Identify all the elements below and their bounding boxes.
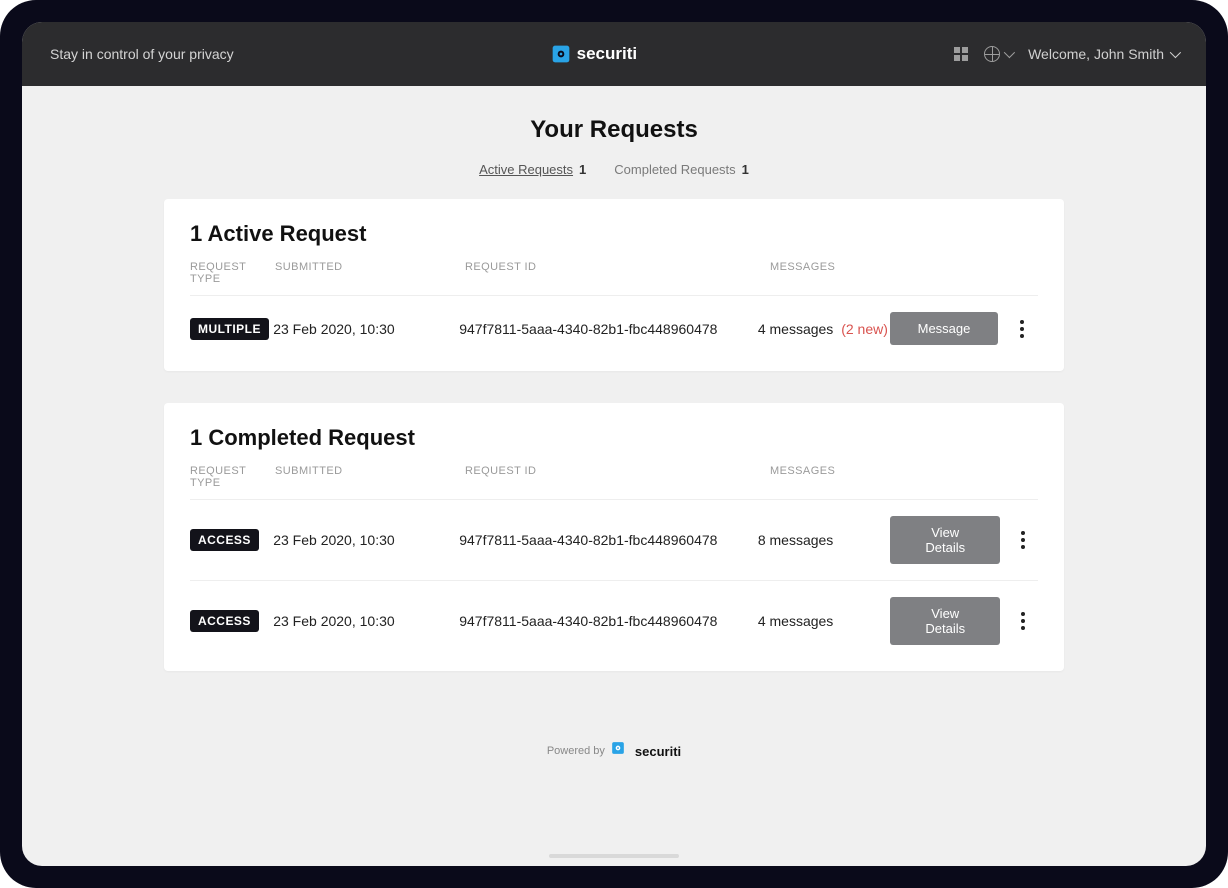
row-menu-icon[interactable] xyxy=(1014,531,1032,549)
securiti-logo-icon xyxy=(611,741,631,761)
tab-count: 1 xyxy=(742,162,749,177)
view-details-button[interactable]: View Details xyxy=(890,516,1000,564)
messages-cell: 4 messages (2 new) xyxy=(758,321,890,337)
col-header-id: REQUEST ID xyxy=(465,465,770,489)
screen: Stay in control of your privacy securiti… xyxy=(22,22,1206,866)
tab-label: Active Requests xyxy=(479,162,573,177)
topbar-right: Welcome, John Smith xyxy=(954,46,1178,62)
language-selector[interactable] xyxy=(984,46,1012,62)
securiti-logo-icon xyxy=(551,44,571,64)
tab-label: Completed Requests xyxy=(614,162,735,177)
table-header: REQUEST TYPE SUBMITTED REQUEST ID MESSAG… xyxy=(190,465,1038,499)
chevron-down-icon xyxy=(1004,47,1015,58)
page-title: Your Requests xyxy=(22,116,1206,144)
active-requests-card: 1 Active Request REQUEST TYPE SUBMITTED … xyxy=(164,199,1064,371)
tab-count: 1 xyxy=(579,162,586,177)
globe-icon xyxy=(984,46,1000,62)
col-header-submitted: SUBMITTED xyxy=(275,465,465,489)
col-header-type: REQUEST TYPE xyxy=(190,261,275,285)
request-tabs: Active Requests 1 Completed Requests 1 xyxy=(22,162,1206,177)
chevron-down-icon xyxy=(1170,47,1181,58)
table-row: ACCESS 23 Feb 2020, 10:30 947f7811-5aaa-… xyxy=(190,580,1038,661)
footer-brand: Powered by securiti xyxy=(22,741,1206,761)
col-header-type: REQUEST TYPE xyxy=(190,465,275,489)
col-header-messages: MESSAGES xyxy=(770,261,905,285)
request-id-cell: 947f7811-5aaa-4340-82b1-fbc448960478 xyxy=(459,532,758,548)
request-type-badge: ACCESS xyxy=(190,529,259,551)
device-frame: Stay in control of your privacy securiti… xyxy=(0,0,1228,888)
powered-by-text: Powered by xyxy=(547,745,605,757)
table-row: ACCESS 23 Feb 2020, 10:30 947f7811-5aaa-… xyxy=(190,499,1038,580)
row-menu-icon[interactable] xyxy=(1014,612,1032,630)
brand-logo: securiti xyxy=(551,44,637,64)
view-details-button[interactable]: View Details xyxy=(890,597,1000,645)
col-header-submitted: SUBMITTED xyxy=(275,261,465,285)
submitted-cell: 23 Feb 2020, 10:30 xyxy=(273,532,459,548)
header-tagline: Stay in control of your privacy xyxy=(50,46,234,62)
submitted-cell: 23 Feb 2020, 10:30 xyxy=(273,613,459,629)
messages-cell: 4 messages xyxy=(758,613,890,629)
tab-completed-requests[interactable]: Completed Requests 1 xyxy=(614,162,749,177)
topbar: Stay in control of your privacy securiti… xyxy=(22,22,1206,86)
col-header-id: REQUEST ID xyxy=(465,261,770,285)
main-content: Your Requests Active Requests 1 Complete… xyxy=(22,86,1206,866)
messages-cell: 8 messages xyxy=(758,532,890,548)
new-messages-badge: (2 new) xyxy=(841,321,888,337)
footer-logo: securiti xyxy=(611,741,681,761)
home-indicator xyxy=(549,854,679,858)
row-menu-icon[interactable] xyxy=(1012,320,1032,338)
section-title: 1 Active Request xyxy=(190,221,1038,247)
request-id-cell: 947f7811-5aaa-4340-82b1-fbc448960478 xyxy=(459,613,758,629)
table-row: MULTIPLE 23 Feb 2020, 10:30 947f7811-5aa… xyxy=(190,295,1038,361)
brand-name: securiti xyxy=(577,44,637,64)
section-title: 1 Completed Request xyxy=(190,425,1038,451)
request-type-badge: MULTIPLE xyxy=(190,318,269,340)
completed-requests-card: 1 Completed Request REQUEST TYPE SUBMITT… xyxy=(164,403,1064,671)
tab-active-requests[interactable]: Active Requests 1 xyxy=(479,162,586,177)
submitted-cell: 23 Feb 2020, 10:30 xyxy=(273,321,459,337)
request-type-badge: ACCESS xyxy=(190,610,259,632)
apps-grid-icon[interactable] xyxy=(954,47,968,61)
footer-brand-name: securiti xyxy=(635,744,681,759)
table-header: REQUEST TYPE SUBMITTED REQUEST ID MESSAG… xyxy=(190,261,1038,295)
welcome-text: Welcome, John Smith xyxy=(1028,46,1164,62)
user-menu[interactable]: Welcome, John Smith xyxy=(1028,46,1178,62)
col-header-messages: MESSAGES xyxy=(770,465,905,489)
message-button[interactable]: Message xyxy=(890,312,998,345)
request-id-cell: 947f7811-5aaa-4340-82b1-fbc448960478 xyxy=(459,321,758,337)
messages-count: 4 messages xyxy=(758,321,833,337)
